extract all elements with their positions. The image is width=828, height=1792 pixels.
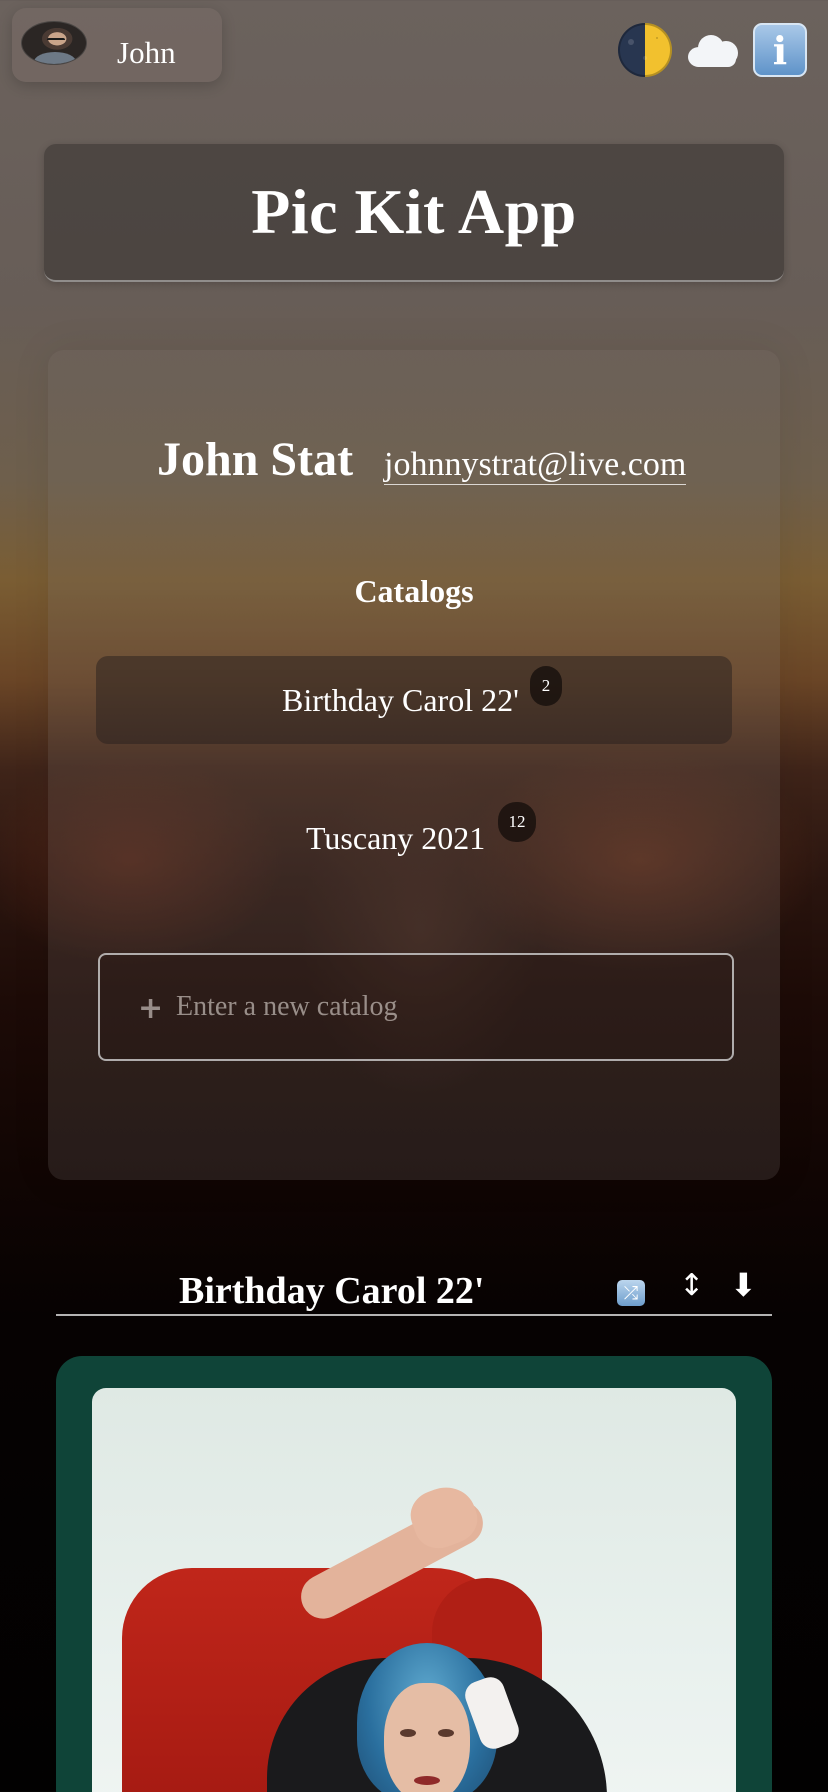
- info-icon[interactable]: i: [753, 23, 807, 77]
- catalogs-heading: Catalogs: [354, 573, 474, 609]
- catalog-count-badge: 12: [498, 802, 536, 842]
- catalog-section-title: Birthday Carol 22': [179, 1270, 485, 1312]
- photo-card: [56, 1356, 772, 1792]
- download-icon[interactable]: ⬇: [730, 1266, 757, 1304]
- catalog-item-label: Tuscany 2021: [306, 820, 486, 856]
- plus-icon: +: [138, 991, 164, 1026]
- new-catalog-input[interactable]: [176, 985, 696, 1029]
- catalog-item-tuscany[interactable]: Tuscany 2021 12: [96, 794, 732, 882]
- app-title: Pic Kit App: [251, 176, 577, 247]
- user-chip[interactable]: John: [12, 8, 222, 82]
- shuffle-icon[interactable]: ⤮: [617, 1280, 645, 1306]
- sort-icon[interactable]: ↕: [679, 1268, 704, 1303]
- catalog-item-label: Birthday Carol 22': [282, 682, 519, 718]
- avatar[interactable]: [21, 21, 87, 65]
- cloud-icon[interactable]: [686, 31, 740, 67]
- new-catalog-field[interactable]: +: [98, 953, 734, 1061]
- user-name: John: [117, 35, 176, 70]
- profile-name: John Stat: [157, 433, 354, 486]
- catalog-count-badge: 2: [530, 666, 562, 706]
- catalog-item-birthday-carol[interactable]: Birthday Carol 22' 2: [96, 656, 732, 744]
- catalog-section-header: Birthday Carol 22' ⤮ ↕ ⬇: [56, 1262, 772, 1316]
- catalog-photo[interactable]: [92, 1388, 736, 1792]
- profile-email-link[interactable]: johnnystrat@live.com: [384, 448, 687, 485]
- half-moon-icon[interactable]: [618, 23, 672, 77]
- app-title-card: Pic Kit App: [44, 144, 784, 282]
